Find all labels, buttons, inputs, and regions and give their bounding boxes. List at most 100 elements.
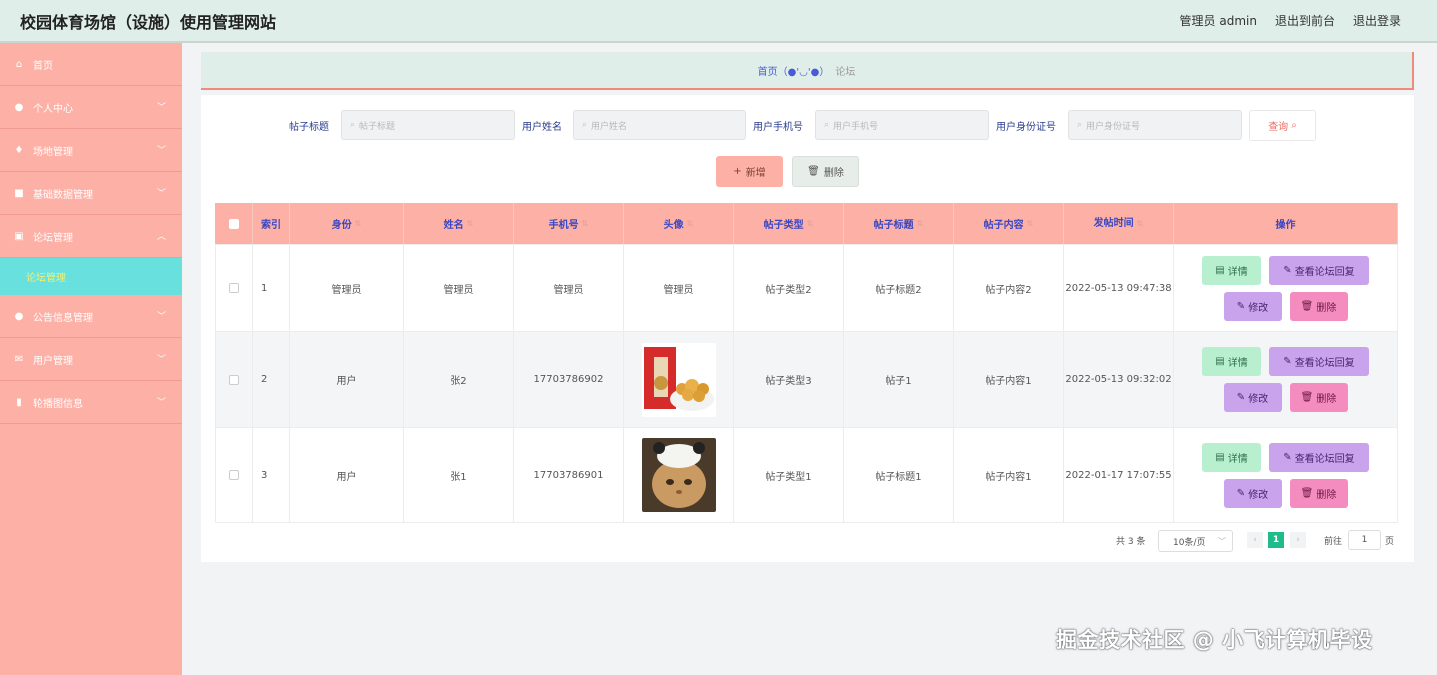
detail-button[interactable]: ▤ 详情 bbox=[1202, 442, 1261, 472]
header-actions: 管理员 admin 退出到前台 退出登录 bbox=[1180, 12, 1401, 29]
sort-icon[interactable]: ⇅ bbox=[687, 219, 694, 228]
col-content[interactable]: 帖子内容 ⇅ bbox=[954, 203, 1064, 244]
view-replies-button[interactable]: ✎ 查看论坛回复 bbox=[1269, 347, 1369, 376]
col-role[interactable]: 身份 ⇅ bbox=[290, 203, 404, 244]
cell-phone: 17703786902 bbox=[514, 332, 624, 427]
current-user: 管理员 admin bbox=[1179, 14, 1257, 28]
cell-time: 2022-05-13 09:32:02 bbox=[1064, 332, 1174, 427]
query-button[interactable]: 查询 ⌕ bbox=[1249, 110, 1316, 141]
view-replies-button[interactable]: ✎ 查看论坛回复 bbox=[1269, 442, 1369, 472]
add-button[interactable]: + 新增 bbox=[716, 156, 783, 187]
col-time[interactable]: 发帖时间 ⇅ bbox=[1064, 203, 1174, 244]
col-ops: 操作 bbox=[1174, 203, 1398, 244]
cell-title: 帖子1 bbox=[844, 332, 954, 427]
edit-button[interactable]: ✎ 修改 bbox=[1223, 291, 1282, 321]
logout-link[interactable]: 退出登录 bbox=[1353, 12, 1401, 29]
search-input-username[interactable]: ⌕ 用户姓名 bbox=[573, 110, 746, 140]
search-input-title[interactable]: ⌕ 帖子标题 bbox=[341, 110, 515, 140]
col-phone[interactable]: 手机号 ⇅ bbox=[514, 203, 624, 244]
table-header: 索引 身份 ⇅ 姓名 ⇅ 手机号 ⇅ 头像 ⇅ 帖子类型 ⇅ 帖子标题 ⇅ 帖子内容 ⇅ 发帖… bbox=[215, 203, 1398, 245]
avatar-cat-image[interactable] bbox=[641, 438, 716, 512]
doc-icon: ▤ bbox=[1215, 451, 1225, 463]
col-name[interactable]: 姓名 ⇅ bbox=[404, 203, 514, 244]
trash-icon: 🗑 bbox=[1300, 392, 1314, 403]
col-type[interactable]: 帖子类型 ⇅ bbox=[734, 203, 844, 244]
next-page-button[interactable]: › bbox=[1290, 532, 1306, 548]
detail-button[interactable]: ▤ 详情 bbox=[1202, 255, 1261, 285]
sort-icon[interactable]: ⇅ bbox=[1137, 215, 1144, 232]
cell-ops: ▤ 详情 ✎ 查看论坛回复 ✎ 修改 🗑 删除 bbox=[1174, 332, 1398, 427]
prev-page-button[interactable]: ‹ bbox=[1247, 532, 1263, 548]
back-to-front-link[interactable]: 退出到前台 bbox=[1275, 12, 1335, 29]
chevron-down-icon: ﹀ bbox=[156, 146, 166, 156]
sidebar-item-profile[interactable]: ● 个人中心 ﹀ bbox=[0, 86, 182, 129]
sidebar-item-users[interactable]: ✉ 用户管理 ﹀ bbox=[0, 338, 182, 381]
sort-icon[interactable]: ⇅ bbox=[582, 219, 589, 228]
row-checkbox[interactable] bbox=[229, 283, 239, 293]
pencil-icon: ✎ bbox=[1236, 392, 1246, 403]
site-title: 校园体育场馆（设施）使用管理网站 bbox=[20, 12, 277, 32]
sidebar-item-basic-data[interactable]: ■ 基础数据管理 ﹀ bbox=[0, 172, 182, 215]
cell-content: 帖子内容2 bbox=[954, 245, 1064, 331]
sidebar-item-carousel[interactable]: ▮ 轮播图信息 ﹀ bbox=[0, 381, 182, 424]
sidebar: ⌂ 首页 ● 个人中心 ﹀ ♦ 场地管理 ﹀ ■ 基础数据管理 ﹀ ▣ 论坛管理… bbox=[0, 43, 182, 675]
plus-icon: + bbox=[733, 166, 742, 177]
row-checkbox[interactable] bbox=[229, 374, 239, 385]
col-avatar[interactable]: 头像 ⇅ bbox=[624, 203, 734, 244]
avatar-snack-image[interactable] bbox=[641, 342, 716, 417]
cell-type: 帖子类型3 bbox=[734, 332, 844, 427]
delete-button[interactable]: 🗑 删除 bbox=[1289, 291, 1348, 321]
cell-name: 管理员 bbox=[404, 245, 514, 331]
sidebar-subitem-forum[interactable]: 论坛管理 bbox=[0, 258, 182, 295]
trash-icon: 🗑 bbox=[1300, 300, 1314, 312]
sidebar-subitem-label: 论坛管理 bbox=[26, 273, 66, 284]
page-number-active[interactable]: 1 bbox=[1268, 532, 1284, 548]
sort-icon[interactable]: ⇅ bbox=[467, 219, 474, 228]
goto-page-input[interactable]: 1 bbox=[1348, 530, 1381, 550]
sort-icon[interactable]: ⇅ bbox=[355, 219, 362, 228]
search-input-phone[interactable]: ⌕ 用户手机号 bbox=[815, 110, 989, 140]
cell-avatar: 管理员 bbox=[624, 245, 734, 331]
sidebar-item-notice[interactable]: ● 公告信息管理 ﹀ bbox=[0, 295, 182, 338]
sidebar-item-label: 个人中心 bbox=[33, 103, 73, 115]
cell-title: 帖子标题1 bbox=[844, 428, 954, 522]
page-size-select[interactable]: 10条/页 ﹀ bbox=[1158, 530, 1233, 552]
goto-label: 前往 bbox=[1324, 537, 1343, 547]
sidebar-item-home[interactable]: ⌂ 首页 bbox=[0, 43, 182, 86]
batch-delete-button[interactable]: 🗑 删除 bbox=[792, 156, 859, 187]
sort-icon[interactable]: ⇅ bbox=[807, 219, 814, 228]
delete-button[interactable]: 🗑 删除 bbox=[1289, 383, 1348, 412]
search-label-phone: 用户手机号 bbox=[753, 122, 803, 133]
cell-phone: 管理员 bbox=[514, 245, 624, 331]
search-icon: ⌕ bbox=[1291, 120, 1297, 131]
pin-icon: ● bbox=[14, 310, 24, 322]
col-title[interactable]: 帖子标题 ⇅ bbox=[844, 203, 954, 244]
breadcrumb-home[interactable]: 首页（●'◡'●） bbox=[758, 63, 830, 78]
trash-icon: 🗑 bbox=[1300, 487, 1314, 499]
edit-button[interactable]: ✎ 修改 bbox=[1223, 478, 1282, 508]
select-all-checkbox[interactable] bbox=[228, 218, 239, 229]
pagination: 共 3 条 10条/页 ﹀ ‹ 1 › 前往 1 页 bbox=[201, 530, 1414, 552]
cell-time: 2022-05-13 09:47:38 bbox=[1064, 245, 1174, 331]
edit-button[interactable]: ✎ 修改 bbox=[1223, 383, 1282, 412]
sort-icon[interactable]: ⇅ bbox=[917, 219, 924, 228]
delete-button[interactable]: 🗑 删除 bbox=[1289, 478, 1348, 508]
view-replies-button[interactable]: ✎ 查看论坛回复 bbox=[1269, 255, 1369, 285]
sidebar-item-label: 基础数据管理 bbox=[33, 189, 93, 201]
cell-type: 帖子类型1 bbox=[734, 428, 844, 522]
cell-ops: ▤ 详情 ✎ 查看论坛回复 ✎ 修改 🗑 删除 bbox=[1174, 245, 1398, 331]
detail-button[interactable]: ▤ 详情 bbox=[1202, 347, 1261, 376]
search-input-idcard[interactable]: ⌕ 用户身份证号 bbox=[1068, 110, 1242, 140]
sidebar-item-label: 首页 bbox=[33, 60, 53, 72]
sidebar-item-venue[interactable]: ♦ 场地管理 ﹀ bbox=[0, 129, 182, 172]
chevron-down-icon: ﹀ bbox=[156, 189, 166, 199]
row-checkbox[interactable] bbox=[229, 470, 239, 480]
forum-table: 索引 身份 ⇅ 姓名 ⇅ 手机号 ⇅ 头像 ⇅ 帖子类型 ⇅ 帖子标题 ⇅ 帖子内容 ⇅ 发帖… bbox=[215, 203, 1398, 523]
document-icon: ■ bbox=[14, 187, 24, 199]
cell-content: 帖子内容1 bbox=[954, 428, 1064, 522]
sort-icon[interactable]: ⇅ bbox=[1027, 219, 1034, 228]
search-icon: ⌕ bbox=[582, 120, 588, 130]
pencil-icon: ✎ bbox=[1283, 264, 1292, 276]
cell-index: 3 bbox=[253, 428, 290, 522]
sidebar-item-forum[interactable]: ▣ 论坛管理 ︿ bbox=[0, 215, 182, 258]
